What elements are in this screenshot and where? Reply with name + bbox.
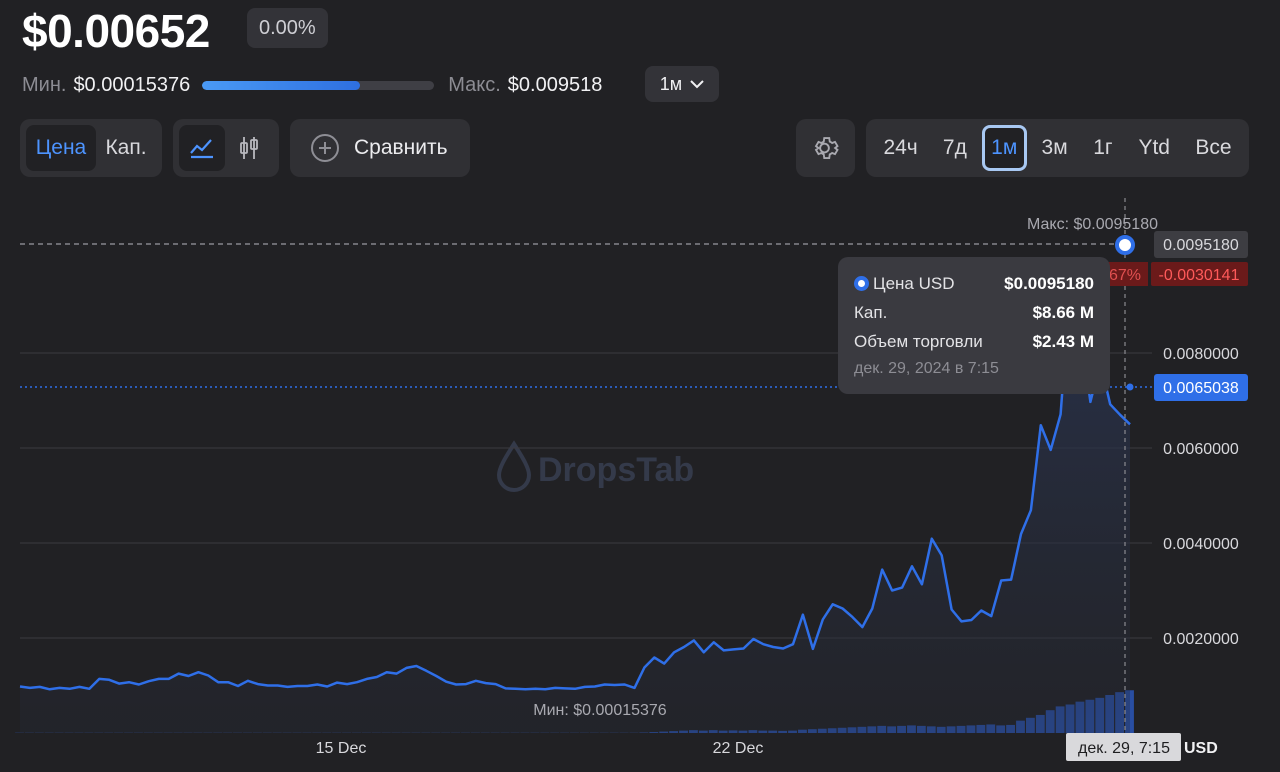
tooltip-volume-value: $2.43 M bbox=[1032, 331, 1094, 351]
cursor-date-label: дек. 29, 7:15 bbox=[1078, 740, 1170, 757]
y-tick-label: 0.0080000 bbox=[1163, 346, 1239, 363]
x-tick-15dec: 15 Dec bbox=[316, 740, 367, 757]
chart-tooltip: Цена USD $0.0095180 Кап. $8.66 M Объем т… bbox=[838, 257, 1110, 394]
y-tick-label: 0.0040000 bbox=[1163, 536, 1239, 553]
tooltip-date: дек. 29, 2024 в 7:15 bbox=[854, 360, 999, 377]
watermark: DropsTab bbox=[496, 440, 694, 492]
tooltip-cap-label: Кап. bbox=[854, 302, 888, 322]
current-point-marker bbox=[1126, 383, 1134, 391]
series-dot-icon bbox=[854, 276, 869, 291]
tooltip-price-label: Цена USD bbox=[873, 273, 955, 293]
tooltip-volume-label: Объем торговли bbox=[854, 331, 983, 351]
max-value-label: 0.0095180 bbox=[1163, 237, 1239, 254]
watermark-text: DropsTab bbox=[538, 451, 694, 489]
max-point-marker bbox=[1115, 235, 1135, 255]
currency-label: USD bbox=[1184, 740, 1218, 757]
x-tick-22dec: 22 Dec bbox=[713, 740, 764, 757]
min-annotation: Мин: $0.00015376 bbox=[533, 702, 667, 719]
tooltip-cap-value: $8.66 M bbox=[1032, 302, 1094, 322]
y-tick-label: 0.0060000 bbox=[1163, 441, 1239, 458]
max-annotation: Макс: $0.0095180 bbox=[1027, 216, 1158, 233]
diff-pct: 67% bbox=[1109, 267, 1141, 284]
current-value-label: 0.0065038 bbox=[1163, 380, 1239, 397]
tooltip-price-value: $0.0095180 bbox=[1004, 273, 1094, 293]
y-tick-label: 0.0020000 bbox=[1163, 631, 1239, 648]
drop-icon bbox=[496, 440, 532, 492]
diff-label: -0.0030141 bbox=[1159, 267, 1240, 284]
